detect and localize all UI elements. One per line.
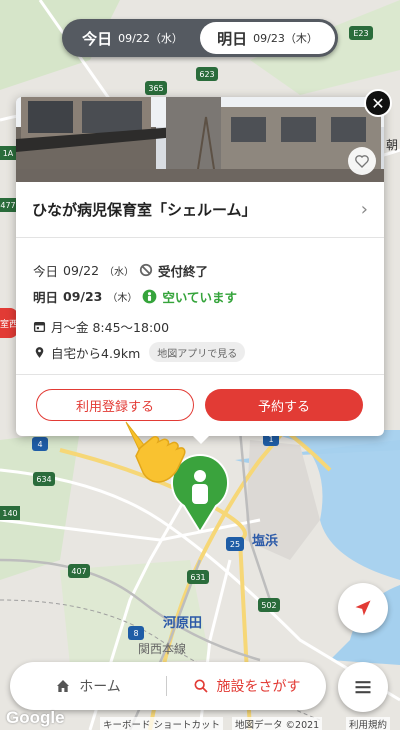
map-place-kawaharada: 河原田	[163, 616, 203, 631]
date-today-option[interactable]: 今日 09/22（水）	[65, 22, 200, 54]
map-route-502: 502	[258, 598, 280, 612]
favorite-button[interactable]	[348, 147, 376, 175]
facility-name: ひなが病児保育室「シェルーム」	[32, 201, 257, 219]
map-route-25: 25	[226, 537, 244, 551]
facility-title-row[interactable]: ひなが病児保育室「シェルーム」 ›	[16, 182, 384, 238]
map-route-4: 4	[32, 437, 48, 451]
today-date-text: 09/22	[63, 262, 100, 278]
navigation-icon	[355, 600, 371, 616]
card-divider	[16, 374, 384, 375]
terms-link[interactable]: 利用規約	[346, 717, 391, 730]
tap-hint-hand-icon	[125, 421, 186, 483]
person-icon	[143, 289, 157, 303]
reserve-button[interactable]: 予約する	[205, 389, 363, 421]
today-dow: （水）	[104, 266, 135, 278]
map-place-shiohama: 塩浜	[252, 534, 279, 549]
tomorrow-dow: （木）	[107, 292, 138, 304]
map-route-1a: 1A	[0, 146, 16, 160]
distance-text: 自宅から4.9km	[51, 345, 141, 361]
calendar-icon	[33, 321, 46, 332]
today-status-line: 今日 09/22 （水） 受付終了	[33, 257, 373, 283]
chevron-right-icon: ›	[360, 199, 368, 220]
nav-search-label: 施設をさがす	[216, 679, 301, 695]
close-card-button[interactable]: ✕	[364, 89, 392, 117]
today-label: 今日	[82, 29, 113, 48]
date-tomorrow-option[interactable]: 明日 09/23（木）	[200, 22, 335, 54]
today-status: 受付終了	[158, 263, 209, 279]
map-route-e23: E23	[349, 26, 373, 40]
menu-icon	[355, 681, 371, 694]
facility-info: 今日 09/22 （水） 受付終了 明日 09/23 （木） 空いています 月〜…	[33, 257, 373, 365]
facility-card: ✕ ひなが病児保育室「シェルーム」 › 今日 09/22 （水） 受付終了 明日…	[16, 89, 392, 444]
keyboard-shortcut-link[interactable]: キーボード ショートカット	[100, 717, 224, 730]
close-icon: ✕	[371, 93, 385, 113]
map-route-477: 477	[0, 198, 16, 212]
search-icon	[194, 679, 208, 693]
distance-line: 自宅から4.9km 地図アプリで見る	[33, 339, 373, 365]
date-toggle: 今日 09/22（水） 明日 09/23（木）	[62, 19, 338, 57]
pin-icon	[35, 346, 44, 358]
opening-hours: 月〜金 8:45〜18:00	[51, 319, 170, 335]
hours-line: 月〜金 8:45〜18:00	[33, 313, 373, 339]
map-data-text: 地図データ ©2021	[232, 717, 323, 730]
map-route-8: 8	[128, 626, 144, 640]
map-route-634: 634	[33, 472, 55, 486]
map-place-asa: 朝	[386, 138, 399, 152]
map-route-140: 140	[0, 506, 20, 520]
today-prefix: 今日	[33, 263, 59, 279]
tomorrow-status-line: 明日 09/23 （木） 空いています	[33, 283, 373, 309]
nav-home-label: ホーム	[79, 679, 121, 695]
facility-photo[interactable]	[16, 97, 384, 182]
tomorrow-status: 空いています	[162, 289, 238, 305]
tomorrow-date: 09/23（木）	[253, 32, 318, 45]
map-route-631: 631	[187, 570, 209, 584]
heart-icon	[355, 155, 369, 168]
map-route-623: 623	[196, 67, 218, 81]
map-attribution: Google キーボード ショートカット 地図データ ©2021 利用規約	[0, 708, 400, 730]
tomorrow-label: 明日	[217, 29, 248, 48]
map-route-407: 407	[68, 564, 90, 578]
current-location-button[interactable]	[338, 583, 388, 633]
nav-home[interactable]: ホーム	[10, 676, 166, 696]
google-logo: Google	[6, 708, 65, 727]
tomorrow-date-text: 09/23	[63, 288, 103, 304]
tomorrow-prefix: 明日	[33, 289, 59, 305]
today-date: 09/22（水）	[118, 32, 183, 45]
nav-search-facility[interactable]: 施設をさがす	[167, 676, 326, 696]
map-place-kansai: 関西本線	[138, 642, 187, 656]
menu-button[interactable]	[338, 662, 388, 712]
map-route-365: 365	[145, 81, 167, 95]
ban-icon	[139, 263, 153, 277]
bottom-nav: ホーム 施設をさがす	[10, 662, 326, 710]
open-map-app-button[interactable]: 地図アプリで見る	[149, 342, 246, 362]
home-icon	[57, 680, 70, 692]
